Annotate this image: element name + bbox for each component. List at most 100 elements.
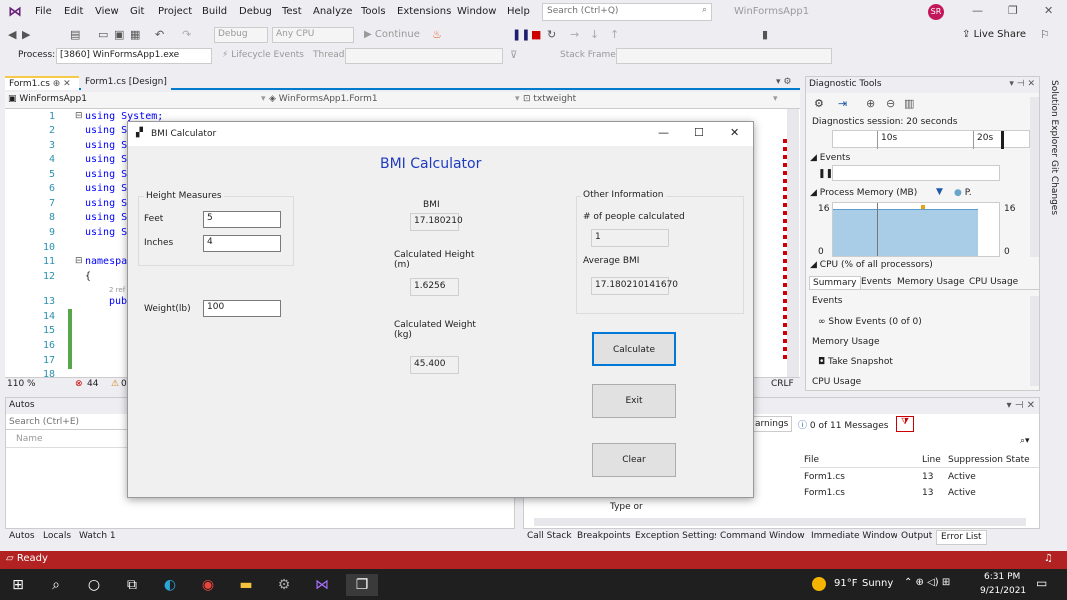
feet-input[interactable]: 5 [203, 211, 281, 228]
menu-window[interactable]: Window [457, 6, 496, 17]
col-file[interactable]: File [804, 455, 819, 465]
app-icon[interactable]: ⚙ [273, 574, 295, 596]
hot-reload-icon[interactable]: ♨ [432, 28, 442, 41]
continue-button[interactable]: ▶ Continue [364, 29, 420, 40]
taskbar-time[interactable]: 6:31 PM [984, 572, 1020, 582]
cortana-icon[interactable]: ○ [83, 574, 105, 596]
filter-icon[interactable]: ⊽ [510, 50, 517, 61]
form-maximize-icon[interactable]: ☐ [694, 126, 704, 139]
col-suppression-state[interactable]: Suppression State [948, 455, 1030, 465]
tab-memory-usage[interactable]: Memory Usage [897, 277, 965, 287]
line-ending[interactable]: CRLF [771, 379, 794, 389]
form-minimize-icon[interactable]: — [658, 126, 669, 139]
tab-exception-settings[interactable]: Exception Settings [631, 530, 724, 545]
settings-icon[interactable]: ⚙ [814, 97, 824, 110]
restore-icon[interactable]: ❐ [1008, 4, 1018, 17]
restart-icon[interactable]: ↻ [547, 28, 556, 41]
show-events-link[interactable]: ∞ Show Events (0 of 0) [818, 317, 922, 327]
filter-icon[interactable]: ⧩ [896, 416, 914, 432]
tab-immediate-window[interactable]: Immediate Window [807, 530, 902, 545]
error-list-horizontal-scrollbar[interactable] [534, 518, 1026, 526]
nav-project[interactable]: ▣ WinFormsApp1 [8, 94, 87, 104]
take-snapshot-button[interactable]: ◘ Take Snapshot [818, 357, 893, 367]
form-close-icon[interactable]: ✕ [730, 126, 739, 139]
reset-view-icon[interactable]: ▥ [904, 97, 914, 110]
collapse-icon[interactable]: ⊟ [75, 256, 83, 266]
panel-pin-close-icon[interactable]: ▾ ⊣ ✕ [1007, 400, 1035, 411]
error-icon[interactable]: ⊗ [75, 379, 83, 389]
tab-locals[interactable]: Locals [39, 530, 76, 545]
clear-button[interactable]: Clear [592, 443, 676, 477]
table-row[interactable]: Form1.cs 13 Active [800, 470, 1039, 484]
step-into-icon[interactable]: ↓ [590, 28, 599, 41]
tab-autos[interactable]: Autos [5, 530, 39, 545]
file-explorer-icon[interactable]: ▬ [235, 574, 257, 596]
tab-summary[interactable]: Summary [809, 276, 861, 290]
notifications-icon[interactable]: ♫ [1044, 553, 1053, 564]
process-memory-section[interactable]: ◢ Process Memory (MB) [810, 188, 917, 198]
menu-file[interactable]: File [35, 6, 52, 17]
thread-dropdown[interactable] [345, 48, 503, 64]
tab-events[interactable]: Events [861, 277, 891, 287]
open-folder-icon[interactable]: ▭ [98, 28, 108, 41]
minimize-icon[interactable]: — [972, 4, 983, 17]
edge-icon[interactable]: ◐ [159, 574, 181, 596]
avatar[interactable]: SR [928, 4, 944, 20]
menu-test[interactable]: Test [282, 6, 302, 17]
nav-member[interactable]: ⊡ txtweight [523, 94, 576, 104]
nav-dropdown-3-icon[interactable]: ▾ [773, 94, 778, 104]
step-out-icon[interactable]: ↑ [610, 28, 619, 41]
process-dropdown[interactable]: [3860] WinFormsApp1.exe [56, 48, 212, 64]
tab-error-list[interactable]: Error List [936, 530, 987, 545]
process-memory-chart[interactable] [832, 202, 1000, 257]
menu-view[interactable]: View [95, 6, 119, 17]
ide-search-input[interactable]: Search (Ctrl+Q) ⌕ [542, 3, 712, 21]
stop-icon[interactable]: ■ [531, 28, 541, 41]
inches-input[interactable]: 4 [203, 235, 281, 252]
tab-call-stack[interactable]: Call Stack [523, 530, 576, 545]
table-row[interactable]: Form1.cs 13 Active [800, 486, 1039, 500]
git-changes-tab[interactable]: Git Changes [1049, 160, 1059, 215]
save-icon[interactable]: ▣ [114, 28, 124, 41]
task-view-icon[interactable]: ⧉ [121, 574, 143, 596]
warning-icon[interactable]: ⚠ [111, 379, 119, 389]
col-line[interactable]: Line [922, 455, 941, 465]
code-lens-references[interactable]: 2 ref [109, 286, 125, 294]
messages-filter-button[interactable]: ⓘ 0 of 11 Messages [796, 416, 892, 432]
export-icon[interactable]: ⇥ [838, 97, 847, 110]
chrome-icon[interactable]: ◉ [197, 574, 219, 596]
diagnostic-summary-scrollbar[interactable] [1030, 296, 1039, 386]
system-tray-icons[interactable]: ⌃ ⊕ ◁) ⊞ [904, 577, 950, 588]
collapse-icon[interactable]: ⊟ [75, 111, 83, 121]
configuration-dropdown[interactable]: Debug [214, 27, 268, 43]
editor-vertical-scrollbar[interactable] [787, 109, 799, 377]
action-center-icon[interactable]: ▭ [1036, 576, 1047, 590]
weight-input[interactable]: 100 [203, 300, 281, 317]
stack-frame-dropdown[interactable] [616, 48, 832, 64]
panel-pin-close-icon[interactable]: ▾ ⊣ ✕ [1009, 79, 1035, 89]
back-icon[interactable]: ◀ [8, 28, 16, 41]
live-share-button[interactable]: ⇪ Live Share [962, 29, 1026, 40]
menu-project[interactable]: Project [158, 6, 192, 17]
new-file-icon[interactable]: ▤ [70, 28, 80, 41]
feedback-icon[interactable]: ⚐ [1040, 28, 1050, 41]
visual-studio-icon[interactable]: ⋈ [311, 574, 333, 596]
solution-explorer-tab[interactable]: Solution Explorer [1049, 80, 1059, 157]
zoom-in-icon[interactable]: ⊕ [866, 97, 875, 110]
cpu-section[interactable]: ◢ CPU (% of all processors) [810, 260, 933, 270]
events-section-label[interactable]: ◢ Events [810, 153, 850, 163]
diagnostic-top-scrollbar[interactable] [1030, 97, 1039, 257]
menu-edit[interactable]: Edit [64, 6, 83, 17]
tab-form1-cs[interactable]: Form1.cs ⊕ ✕ [5, 76, 79, 90]
taskbar-date[interactable]: 9/21/2021 [980, 586, 1026, 596]
save-all-icon[interactable]: ▦ [130, 28, 140, 41]
forward-icon[interactable]: ▶ [22, 28, 30, 41]
nav-dropdown-1-icon[interactable]: ▾ [261, 94, 266, 104]
exit-button[interactable]: Exit [592, 384, 676, 418]
step-over-icon[interactable]: → [570, 28, 579, 41]
bookmark-icon[interactable]: ▮ [762, 28, 768, 41]
taskbar-search-icon[interactable]: ⌕ [45, 574, 67, 596]
tab-command-window[interactable]: Command Window [716, 530, 809, 545]
bmi-app-taskbar-icon[interactable]: ❐ [346, 574, 378, 596]
tab-form1-design[interactable]: Form1.cs [Design] [81, 76, 171, 90]
